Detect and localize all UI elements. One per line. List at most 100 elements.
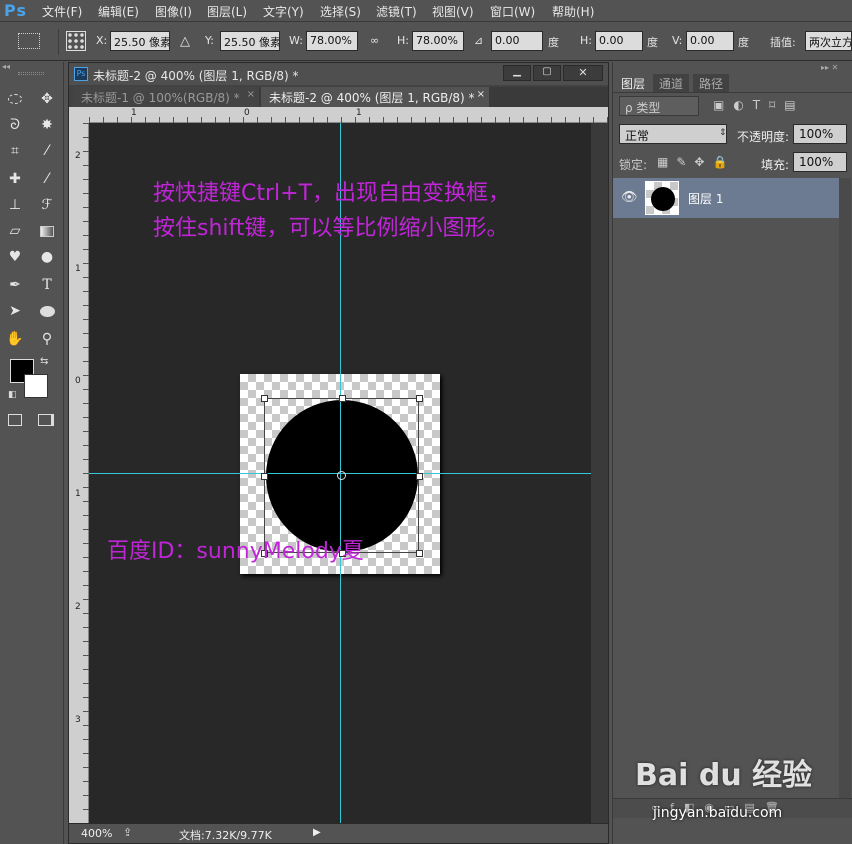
height-field[interactable]: 78.00% — [412, 31, 464, 51]
magic-wand-icon[interactable]: ✸ — [36, 114, 58, 136]
grip-icon[interactable] — [18, 72, 44, 75]
menu-help[interactable]: 帮助(H) — [552, 3, 594, 20]
menu-window[interactable]: 窗口(W) — [490, 3, 535, 20]
angle-field[interactable]: 0.00 — [491, 31, 543, 51]
eye-icon[interactable]: 👁 — [621, 190, 638, 205]
transform-handle[interactable] — [416, 395, 423, 402]
tab-untitled-2[interactable]: 未标题-2 @ 400% (图层 1, RGB/8) * × — [261, 87, 489, 107]
collapse-icon[interactable]: ◂◂ — [2, 62, 62, 71]
status-bar: 400% ⇪ 文档:7.32K/9.77K ▶ — [69, 823, 608, 843]
transform-handle[interactable] — [416, 473, 423, 480]
transform-handle[interactable] — [339, 395, 346, 402]
layer-name[interactable]: 图层 1 — [688, 190, 723, 207]
blur-tool-icon[interactable]: ♥ — [4, 246, 26, 268]
interp-select[interactable]: 两次立方 — [805, 31, 852, 51]
x-field[interactable]: 25.50 像素 — [110, 31, 170, 51]
tab-channels[interactable]: 通道 — [653, 74, 690, 92]
path-select-icon[interactable]: ➤ — [4, 300, 26, 322]
ruler-top[interactable]: 1 0 1 — [89, 107, 608, 123]
document-size: 文档:7.32K/9.77K — [179, 829, 272, 842]
width-field[interactable]: 78.00% — [306, 31, 358, 51]
ellipse-tool-icon[interactable] — [36, 300, 58, 322]
status-export-icon[interactable]: ⇪ — [123, 826, 132, 839]
canvas-area[interactable]: 1 0 1 2 1 0 1 2 3 按快捷键Ctrl+T，出现自由变换框， 按住… — [69, 107, 608, 823]
screen-mode-icon[interactable] — [38, 414, 54, 426]
zoom-level[interactable]: 400% — [81, 827, 112, 840]
dodge-tool-icon[interactable]: ● — [36, 246, 58, 268]
stamp-tool-icon[interactable]: ⊥ — [4, 194, 26, 216]
tab-close-icon[interactable]: × — [247, 89, 255, 100]
menu-image[interactable]: 图像(I) — [155, 3, 192, 20]
eraser-tool-icon[interactable]: ▱ — [4, 220, 26, 242]
transform-tool-icon[interactable] — [18, 33, 40, 49]
transform-bounding-box[interactable] — [261, 395, 423, 557]
menu-type[interactable]: 文字(Y) — [263, 3, 304, 20]
close-button[interactable]: ✕ — [563, 65, 603, 81]
layer-row-selected[interactable]: 👁 图层 1 — [613, 178, 839, 218]
panel-collapse-icon[interactable]: ▸▸ ✕ — [821, 63, 838, 72]
hskew-field[interactable]: 0.00 — [595, 31, 643, 51]
ruler-corner[interactable] — [69, 107, 89, 123]
healing-brush-icon[interactable]: ✚ — [4, 168, 26, 190]
panel-scrollbar[interactable] — [839, 178, 851, 798]
link-icon[interactable]: ∞ — [370, 34, 379, 47]
lasso-tool-icon[interactable]: ᘐ — [4, 114, 26, 136]
ruler-tick-label: 1 — [75, 264, 81, 274]
brush-tool-icon[interactable]: ⁄ — [36, 168, 58, 190]
lock-icons[interactable]: ▦✎✥🔒 — [657, 155, 735, 169]
baidu-watermark-url: jingyan.baidu.com — [653, 805, 783, 821]
lock-label: 锁定: — [619, 158, 648, 172]
history-brush-icon[interactable]: ℱ — [36, 194, 58, 216]
default-colors-icon[interactable]: ◧ — [8, 390, 17, 400]
swap-colors-icon[interactable]: ⇆ — [40, 356, 48, 367]
hskew-label: H: — [580, 34, 592, 47]
y-field[interactable]: 25.50 像素 — [220, 31, 280, 51]
status-menu-arrow-icon[interactable]: ▶ — [313, 827, 321, 838]
menu-edit[interactable]: 编辑(E) — [98, 3, 139, 20]
menu-bar: Ps 文件(F) 编辑(E) 图像(I) 图层(L) 文字(Y) 选择(S) 滤… — [0, 0, 852, 22]
menu-file[interactable]: 文件(F) — [42, 3, 82, 20]
tab-paths[interactable]: 路径 — [693, 74, 730, 92]
opacity-label: 不透明度: — [737, 130, 790, 144]
instruction-caption-2: 按住shift键，可以等比例缩小图形。 — [153, 216, 509, 241]
move-tool-icon[interactable]: ✥ — [36, 88, 58, 110]
pen-tool-icon[interactable]: ✒ — [4, 274, 26, 296]
reference-point-icon[interactable] — [66, 31, 86, 51]
background-color-swatch[interactable] — [24, 374, 48, 398]
blend-mode-select[interactable]: 正常 — [619, 124, 727, 144]
tab-label: 未标题-2 @ 400% (图层 1, RGB/8) * — [269, 91, 475, 105]
ps-doc-icon: Ps — [74, 67, 88, 81]
hskew-unit: 度 — [647, 36, 658, 49]
menu-view[interactable]: 视图(V) — [432, 3, 474, 20]
marquee-tool-icon[interactable] — [4, 88, 26, 110]
transform-handle[interactable] — [261, 473, 268, 480]
type-tool-icon[interactable]: T — [36, 274, 58, 296]
vskew-field[interactable]: 0.00 — [686, 31, 734, 51]
vertical-scrollbar[interactable] — [591, 123, 608, 823]
fill-field[interactable]: 100% — [793, 152, 847, 172]
tab-close-icon[interactable]: × — [477, 89, 485, 100]
eyedropper-icon[interactable]: ⁄ — [36, 140, 58, 162]
menu-select[interactable]: 选择(S) — [320, 3, 361, 20]
maximize-button[interactable]: ▢ — [533, 65, 561, 81]
hand-tool-icon[interactable]: ✋ — [4, 328, 26, 350]
tab-untitled-1[interactable]: 未标题-1 @ 100%(RGB/8) * × — [73, 87, 259, 107]
ruler-left[interactable]: 2 1 0 1 2 3 — [69, 123, 89, 823]
vskew-unit: 度 — [738, 36, 749, 49]
quick-mask-icon[interactable] — [8, 414, 22, 426]
layer-filter-select[interactable]: ρ 类型 — [619, 96, 699, 116]
gradient-tool-icon[interactable] — [36, 220, 58, 242]
menu-layer[interactable]: 图层(L) — [207, 3, 247, 20]
transform-handle[interactable] — [261, 395, 268, 402]
minimize-button[interactable]: ▁ — [503, 65, 531, 81]
zoom-tool-icon[interactable]: ⚲ — [36, 328, 58, 350]
crop-tool-icon[interactable]: ⌗ — [4, 140, 26, 162]
transform-center-icon[interactable] — [337, 471, 346, 480]
transform-handle[interactable] — [416, 550, 423, 557]
menu-filter[interactable]: 滤镜(T) — [376, 3, 417, 20]
layers-panel: ▸▸ ✕ 图层 通道 路径 ρ 类型 ▣◐T⌑▤ 正常 ⇕ 不透明度: 100%… — [612, 62, 852, 844]
opacity-field[interactable]: 100% — [793, 124, 847, 144]
delta-icon[interactable]: △ — [180, 34, 190, 49]
tab-layers[interactable]: 图层 — [615, 74, 652, 92]
filter-icons[interactable]: ▣◐T⌑▤ — [713, 98, 805, 112]
